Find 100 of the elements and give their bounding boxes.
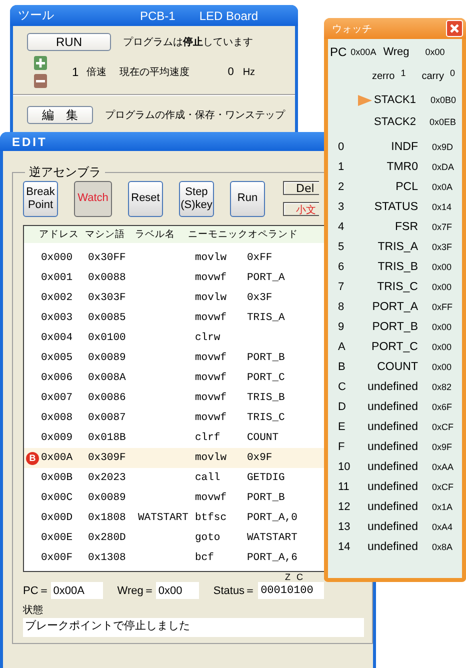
table-cell-text: 0x309F bbox=[88, 452, 127, 464]
table-row[interactable]: 0x00D 0x1808 WATSTART btfsc PORT_A,0 bbox=[24, 508, 324, 528]
table-cell: TRIS_B bbox=[247, 392, 285, 404]
table-cell: PORT_A,6 bbox=[247, 552, 298, 564]
table-row[interactable]: 0x009 0x018B clrf COUNT bbox=[24, 428, 324, 448]
register-name: STATUS bbox=[373, 201, 418, 213]
wreg-field: 0x00 bbox=[156, 582, 200, 599]
table-cell: COUNT bbox=[247, 432, 279, 444]
table-row[interactable]: 0x00C 0x0089 movwf PORT_B bbox=[24, 488, 324, 508]
stack-name: STACK2 bbox=[374, 116, 416, 128]
close-icon[interactable] bbox=[446, 20, 463, 37]
table-cell-text: 0x002 bbox=[41, 292, 74, 304]
edit-button[interactable]: 編 集 bbox=[27, 106, 93, 124]
stack-value: 0x0B0 bbox=[429, 95, 456, 105]
table-cell-text: 0x0085 bbox=[88, 312, 127, 324]
column-header: アドレス bbox=[39, 228, 80, 241]
table-cell-text: movwf bbox=[195, 312, 228, 324]
table-cell-text: 0x00E bbox=[41, 532, 74, 544]
wreg-label: Wreg bbox=[383, 46, 410, 58]
table-row[interactable]: 0x001 0x0088 movwf PORT_A bbox=[24, 268, 324, 288]
plus-icon[interactable] bbox=[34, 56, 47, 70]
window-title: ウォッチ bbox=[332, 22, 372, 36]
table-cell-text: 0x2023 bbox=[88, 472, 127, 484]
run-button[interactable]: RUN bbox=[27, 33, 111, 51]
table-cell-text: 0x008 bbox=[41, 412, 74, 424]
table-cell-text: 0x00F bbox=[41, 552, 74, 564]
register-value: 0xCF bbox=[431, 482, 455, 492]
window-title: EDIT bbox=[12, 134, 48, 148]
table-cell: 0x3F bbox=[247, 292, 272, 304]
table-cell-text: 0x00B bbox=[41, 472, 74, 484]
table-cell-text: 0x30FF bbox=[88, 252, 127, 264]
table-row[interactable]: 0x00F 0x1308 bcf PORT_A,6 bbox=[24, 548, 324, 568]
side-button[interactable]: 小文 bbox=[283, 202, 319, 216]
run-status: プログラムは停止しています bbox=[123, 36, 253, 49]
table-row[interactable]: 0x008 0x0087 movwf TRIS_C bbox=[24, 408, 324, 428]
table-cell: TRIS_C bbox=[247, 412, 285, 424]
register-name: FSR bbox=[394, 221, 418, 233]
table-cell-text: 0x001 bbox=[41, 272, 74, 284]
table-cell-text: clrw bbox=[195, 332, 222, 344]
table-row[interactable]: 0x00E 0x280D goto WATSTART bbox=[24, 528, 324, 548]
table-row[interactable]: 0x000 0x30FF movlw 0xFF bbox=[24, 248, 324, 268]
table-cell-text: movwf bbox=[195, 272, 228, 284]
column-header: マシン語 bbox=[85, 228, 126, 241]
table-cell-text: 0x003 bbox=[41, 312, 74, 324]
speed-value: 1 bbox=[72, 65, 79, 79]
toolbar-button[interactable]: Step (S)key bbox=[179, 181, 214, 217]
status-label: Status＝ bbox=[213, 584, 256, 598]
table-cell-text: 0x008A bbox=[88, 372, 127, 384]
table-row[interactable]: 0x004 0x0100 clrw bbox=[24, 328, 324, 348]
table-cell-text: call bbox=[195, 472, 222, 484]
table-cell: 0x9F bbox=[247, 452, 272, 464]
pc-value: 0x00A bbox=[350, 47, 376, 57]
register-name: COUNT bbox=[376, 361, 418, 373]
register-index: 14 bbox=[338, 541, 352, 553]
register-name: PCL bbox=[394, 181, 418, 193]
register-value: 0x8A bbox=[431, 542, 454, 552]
table-cell-text: 0x0086 bbox=[88, 392, 127, 404]
register-value: 0xA4 bbox=[431, 522, 454, 532]
register-name: undefined bbox=[366, 521, 418, 533]
register-index: 2 bbox=[338, 181, 346, 193]
table-cell-text: 0x0087 bbox=[88, 412, 127, 424]
register-index: E bbox=[338, 421, 346, 433]
toolbar-button[interactable]: Break Point bbox=[23, 181, 58, 217]
toolbar-button[interactable]: Reset bbox=[128, 181, 163, 217]
table-row[interactable]: B 0x00A 0x309F movlw 0x9F bbox=[24, 448, 324, 468]
register-index: 1 bbox=[338, 161, 346, 173]
table-row[interactable]: 0x00B 0x2023 call GETDIG bbox=[24, 468, 324, 488]
toolbar-button[interactable]: Run bbox=[230, 181, 265, 217]
register-value: 0x00 bbox=[431, 282, 453, 292]
register-name: undefined bbox=[366, 501, 418, 513]
register-name: undefined bbox=[366, 461, 418, 473]
table-cell-text: 0x009 bbox=[41, 432, 74, 444]
register-name: undefined bbox=[366, 401, 418, 413]
register-name: TMR0 bbox=[386, 161, 418, 173]
column-header: ニーモニック bbox=[188, 228, 248, 241]
zero-label: zerro bbox=[372, 70, 395, 82]
flag-label: Z bbox=[285, 573, 290, 582]
register-value: 0x9D bbox=[431, 142, 454, 152]
average-speed-label: 現在の平均速度 bbox=[120, 66, 190, 79]
average-speed-value: 0 bbox=[228, 66, 234, 78]
window-title: ツール bbox=[18, 7, 54, 24]
carry-value: 0 bbox=[450, 68, 455, 78]
table-row[interactable]: 0x002 0x303F movlw 0x3F bbox=[24, 288, 324, 308]
minus-icon[interactable] bbox=[34, 74, 47, 88]
table-row[interactable]: 0x003 0x0085 movwf TRIS_A bbox=[24, 308, 324, 328]
breakpoint-icon[interactable]: B bbox=[26, 452, 39, 464]
table-cell-text: 0x018B bbox=[88, 432, 127, 444]
table-cell-text: 0x303F bbox=[88, 292, 127, 304]
table-cell-text: movlw bbox=[195, 292, 228, 304]
table-row[interactable]: 0x005 0x0089 movwf PORT_B bbox=[24, 348, 324, 368]
register-name: TRIS_A bbox=[376, 241, 418, 253]
table-row[interactable]: 0x006 0x008A movwf PORT_C bbox=[24, 368, 324, 388]
side-button[interactable]: Del bbox=[283, 181, 319, 195]
table-cell: PORT_C bbox=[247, 372, 285, 384]
table-cell-text: 0x0089 bbox=[88, 352, 127, 364]
table-row[interactable]: 0x007 0x0086 movwf TRIS_B bbox=[24, 388, 324, 408]
table-cell-text: 0x005 bbox=[41, 352, 74, 364]
register-value: 0x00 bbox=[431, 322, 453, 332]
register-index: 10 bbox=[338, 461, 352, 473]
register-index: A bbox=[338, 341, 346, 353]
